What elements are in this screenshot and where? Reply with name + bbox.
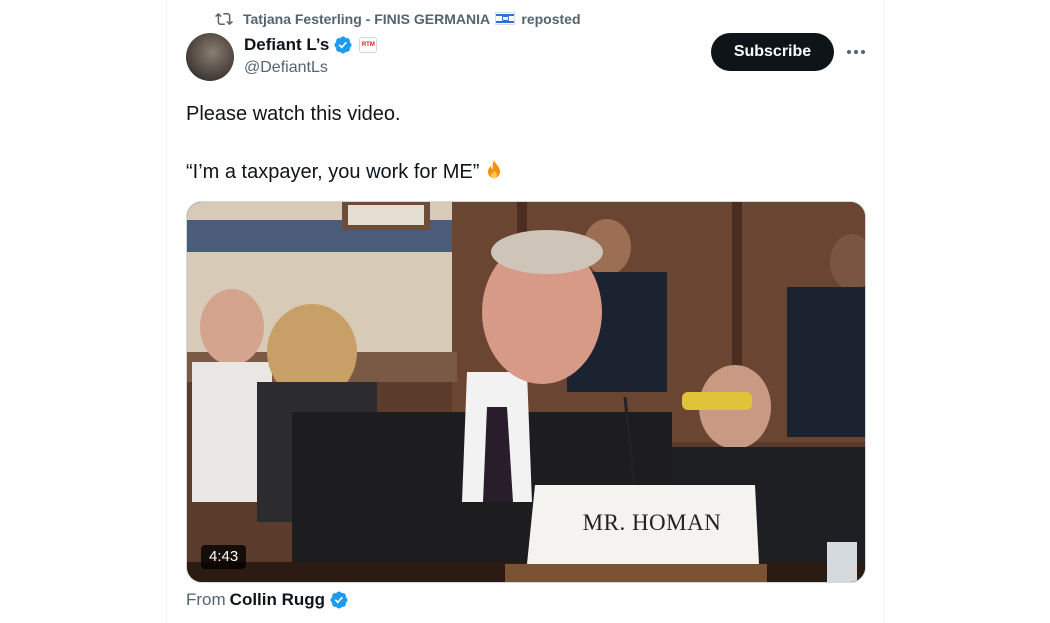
israel-flag-icon	[495, 12, 516, 25]
repost-suffix: reposted	[521, 11, 581, 27]
author-handle[interactable]: @DefiantLs	[244, 59, 377, 77]
repost-user[interactable]: Tatjana Festerling - FINIS GERMANIA	[243, 11, 490, 27]
verified-badge-icon	[330, 591, 348, 609]
tweet-text: Please watch this video. “I’m a taxpayer…	[186, 101, 856, 185]
repost-header[interactable]: Tatjana Festerling - FINIS GERMANIA repo…	[215, 9, 581, 29]
video-source[interactable]: From Collin Rugg	[186, 590, 349, 610]
tweet-line-1: Please watch this video.	[186, 103, 401, 125]
author-info: Defiant L’s RTM @DefiantLs	[244, 34, 378, 77]
author-avatar[interactable]	[186, 33, 234, 81]
tweet-line-2: “I’m a taxpayer, you work for ME”	[186, 161, 480, 183]
video-duration: 4:43	[201, 545, 247, 569]
timeline-column: Tatjana Festerling - FINIS GERMANIA repo…	[166, 0, 884, 623]
video-thumbnail	[187, 202, 865, 582]
source-name[interactable]: Collin Rugg	[230, 590, 325, 610]
author-name[interactable]: Defiant L’s	[244, 35, 329, 55]
verified-badge-icon[interactable]	[333, 35, 353, 55]
affiliate-badge[interactable]: RTM	[359, 37, 378, 53]
more-icon[interactable]	[843, 40, 869, 64]
source-prefix: From	[186, 590, 226, 609]
video-player[interactable]: MR. HOMAN 4:43	[186, 201, 866, 583]
name-placard: MR. HOMAN	[582, 510, 722, 535]
repost-icon	[215, 12, 233, 26]
fire-icon	[488, 160, 501, 179]
subscribe-button[interactable]: Subscribe	[711, 33, 834, 71]
